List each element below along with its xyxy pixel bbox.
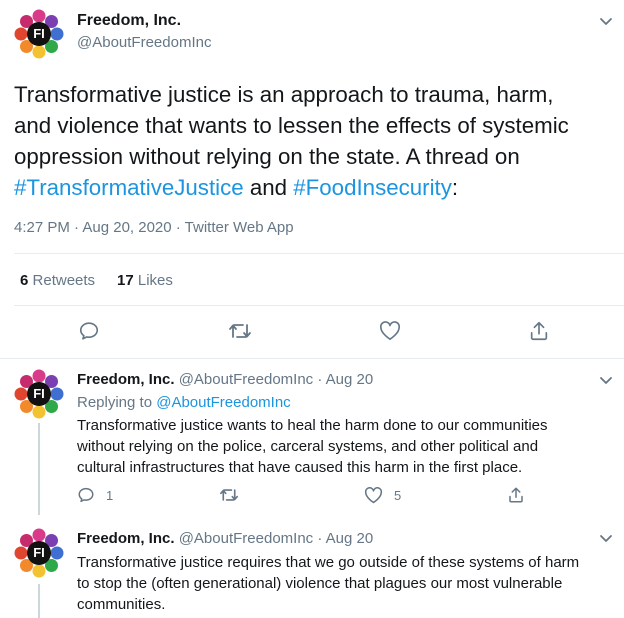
tweet-text-line: Transformative justice is an approach to… — [14, 82, 554, 107]
divider — [14, 305, 624, 306]
author-name[interactable]: Freedom, Inc. — [77, 530, 175, 547]
author-name[interactable]: Freedom, Inc. — [77, 12, 181, 30]
share-icon[interactable] — [507, 486, 525, 504]
reply-text-line: to stop the (often generational) violenc… — [77, 575, 563, 592]
reply-header: Freedom, Inc. @AboutFreedomInc · Aug 20 — [77, 371, 373, 388]
avatar-logo-text: FI — [33, 386, 45, 401]
hashtag-food-insecurity[interactable]: #FoodInsecurity — [293, 175, 452, 200]
divider — [14, 253, 624, 254]
reply-meta[interactable]: @AboutFreedomInc · Aug 20 — [179, 530, 374, 547]
thread-line — [38, 423, 40, 515]
thread-line — [38, 584, 40, 618]
like-count: 5 — [394, 488, 402, 503]
retweets-label: Retweets — [32, 272, 96, 289]
avatar-logo-text: FI — [33, 26, 45, 41]
reply-icon — [77, 486, 95, 504]
avatar[interactable]: FI — [14, 528, 64, 578]
reply-header: Freedom, Inc. @AboutFreedomInc · Aug 20 — [77, 530, 373, 547]
retweet-icon[interactable] — [228, 320, 252, 342]
retweet-icon[interactable] — [219, 486, 239, 504]
share-icon[interactable] — [528, 320, 550, 342]
tweet-text: Transformative justice is an approach to… — [14, 79, 614, 203]
replying-to: Replying to @AboutFreedomInc — [77, 394, 291, 411]
like-heart-icon[interactable] — [379, 321, 401, 341]
author-handle[interactable]: @AboutFreedomInc — [77, 34, 211, 51]
likes-stat[interactable]: 17 Likes — [117, 272, 173, 289]
replying-to-prefix: Replying to — [77, 394, 157, 411]
reply-text: Transformative justice requires that we … — [77, 552, 579, 615]
tweet-timestamp[interactable]: 4:27 PM · Aug 20, 2020 · Twitter Web App — [14, 219, 294, 236]
hashtag-transformative-justice[interactable]: #TransformativeJustice — [14, 175, 244, 200]
chevron-down-icon[interactable] — [598, 372, 614, 388]
likes-count: 17 — [117, 272, 134, 289]
author-name[interactable]: Freedom, Inc. — [77, 371, 175, 388]
reply-text-line: without relying on the police, carceral … — [77, 438, 539, 455]
reply-text-line: cultural infrastructures that have cause… — [77, 459, 523, 476]
reply-count: 1 — [106, 488, 114, 503]
tweet-text-end: : — [451, 175, 459, 200]
avatar[interactable]: FI — [14, 369, 64, 419]
reply-icon[interactable] — [78, 320, 100, 342]
tweet-text-line: oppression without relying on the state.… — [14, 144, 520, 169]
chevron-down-icon[interactable] — [598, 530, 614, 546]
replying-to-handle[interactable]: @AboutFreedomInc — [156, 394, 290, 411]
reply-text-line: Transformative justice requires that we … — [77, 554, 580, 571]
reply-text-line: communities. — [77, 596, 166, 613]
reply-meta[interactable]: @AboutFreedomInc · Aug 20 — [179, 371, 374, 388]
avatar[interactable]: FI — [14, 9, 64, 59]
likes-label: Likes — [137, 272, 173, 289]
like-heart-icon — [364, 487, 383, 504]
reply-text-line: Transformative justice wants to heal the… — [77, 417, 548, 434]
divider — [0, 358, 624, 359]
tweet-text-line: #TransformativeJustice and #FoodInsecuri… — [14, 172, 614, 203]
tweet-text-line: and violence that wants to lessen the ef… — [14, 113, 569, 138]
chevron-down-icon[interactable] — [598, 13, 614, 29]
retweets-count: 6 — [20, 272, 29, 289]
retweets-stat[interactable]: 6 Retweets — [20, 272, 95, 289]
reply-text: Transformative justice wants to heal the… — [77, 415, 548, 478]
avatar-logo-text: FI — [33, 545, 45, 560]
tweet-text-and: and — [243, 175, 294, 200]
